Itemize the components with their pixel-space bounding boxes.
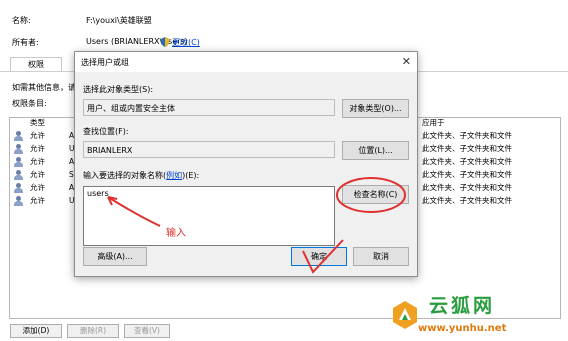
object-types-button[interactable]: 对象类型(O)... bbox=[342, 99, 409, 118]
name-label: 名称: bbox=[12, 16, 31, 25]
owner-label: 所有者: bbox=[12, 38, 39, 47]
annotation-label: 输入 bbox=[166, 228, 186, 239]
watermark-text: 云狐网 bbox=[429, 295, 496, 317]
object-type-label: 选择此对象类型(S): bbox=[83, 85, 154, 94]
ok-button[interactable]: 确定 bbox=[291, 247, 347, 266]
info-text: 如需其他信息，请 bbox=[12, 83, 76, 92]
dialog-title: 选择用户或组 bbox=[81, 58, 129, 67]
user-group-icon bbox=[13, 196, 24, 206]
check-names-button[interactable]: 检查名称(C) bbox=[342, 185, 409, 204]
change-owner-link[interactable]: 更改(C) bbox=[172, 37, 200, 48]
cancel-button[interactable]: 取消 bbox=[353, 247, 409, 266]
object-type-field: 用户、组或内置安全主体 bbox=[83, 99, 335, 116]
close-icon[interactable]: ✕ bbox=[402, 55, 411, 68]
entries-label: 权限条目: bbox=[12, 99, 47, 108]
tab-permissions[interactable]: 权限 bbox=[10, 57, 62, 72]
user-group-icon bbox=[13, 157, 24, 167]
yunhu-logo-icon bbox=[392, 300, 418, 330]
user-group-icon bbox=[13, 144, 24, 154]
location-label: 查找位置(F): bbox=[83, 127, 129, 136]
locations-button[interactable]: 位置(L)... bbox=[342, 141, 409, 160]
user-group-icon bbox=[13, 170, 24, 180]
enter-names-label: 输入要选择的对象名称(例如)(E): bbox=[83, 171, 200, 180]
watermark-url: www.yunhu.net bbox=[418, 323, 507, 334]
view-button[interactable]: 查看(V) bbox=[124, 324, 170, 338]
dialog-titlebar[interactable]: 选择用户或组 ✕ bbox=[75, 52, 417, 72]
user-group-icon bbox=[13, 131, 24, 141]
object-names-input[interactable]: users bbox=[83, 186, 335, 246]
select-users-dialog: 选择用户或组 ✕ 选择此对象类型(S): 用户、组或内置安全主体 对象类型(O)… bbox=[74, 51, 418, 277]
remove-button[interactable]: 删除(R) bbox=[67, 324, 119, 338]
shield-icon bbox=[160, 37, 170, 47]
examples-link[interactable]: 例如 bbox=[166, 171, 182, 180]
add-button[interactable]: 添加(D) bbox=[10, 324, 62, 338]
user-group-icon bbox=[13, 183, 24, 193]
col-header-type[interactable]: 类型 bbox=[30, 117, 45, 128]
name-value: F:\youxi\英雄联盟 bbox=[86, 16, 152, 25]
col-header-apply[interactable]: 应用于 bbox=[422, 117, 445, 128]
location-field: BRIANLERX bbox=[83, 141, 335, 158]
advanced-button[interactable]: 高级(A)... bbox=[83, 247, 147, 266]
